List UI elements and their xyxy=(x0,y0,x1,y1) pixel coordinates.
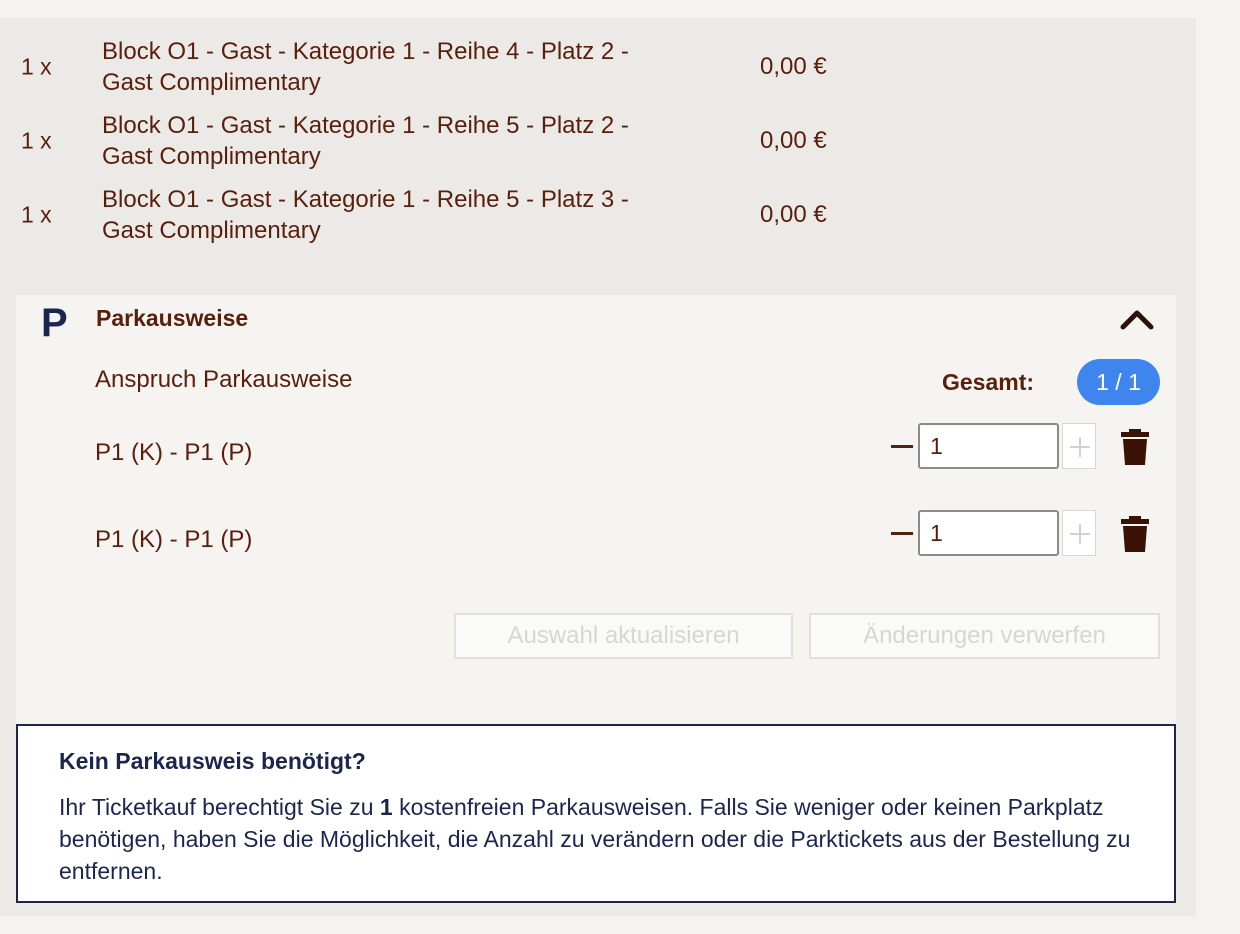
info-title: Kein Parkausweis benötigt? xyxy=(59,748,366,774)
ticket-description-line: Gast Complimentary xyxy=(102,217,321,244)
ticket-description: Block O1 - Gast - Kategorie 1 - Reihe 4 … xyxy=(102,36,702,98)
parking-item-row: P1 (K) - P1 (P) xyxy=(16,423,1176,473)
quantity-input[interactable] xyxy=(918,510,1059,556)
parking-total-badge: 1 / 1 xyxy=(1077,359,1160,405)
ticket-quantity: 1 x xyxy=(21,127,52,154)
info-text-before: Ihr Ticketkauf berechtigt Sie zu xyxy=(59,794,380,820)
ticket-description-line: Gast Complimentary xyxy=(102,69,321,96)
chevron-up-icon[interactable] xyxy=(1120,307,1154,331)
ticket-price: 0,00 € xyxy=(760,201,827,228)
ticket-description-line: Block O1 - Gast - Kategorie 1 - Reihe 4 … xyxy=(102,38,629,65)
parking-permits-section: P Parkausweise Anspruch Parkausweise Ges… xyxy=(16,295,1176,725)
decrement-button[interactable] xyxy=(889,423,915,469)
parking-item-label: P1 (K) - P1 (P) xyxy=(95,526,253,553)
update-selection-button[interactable]: Auswahl aktualisieren xyxy=(454,613,793,659)
ticket-row: 1 x Block O1 - Gast - Kategorie 1 - Reih… xyxy=(0,32,900,102)
parking-section-title: Parkausweise xyxy=(96,305,249,331)
parking-claim-label: Anspruch Parkausweise xyxy=(95,366,353,393)
parking-total-label: Gesamt: xyxy=(942,369,1035,395)
no-parking-info-box: Kein Parkausweis benötigt? Ihr Ticketkau… xyxy=(16,724,1176,903)
parking-item-row: P1 (K) - P1 (P) xyxy=(16,510,1176,560)
increment-button[interactable] xyxy=(1062,510,1096,556)
parking-item-label: P1 (K) - P1 (P) xyxy=(95,439,253,466)
info-text: Ihr Ticketkauf berechtigt Sie zu 1 koste… xyxy=(59,791,1149,887)
ticket-price: 0,00 € xyxy=(760,53,827,80)
increment-button[interactable] xyxy=(1062,423,1096,469)
parking-p-icon: P xyxy=(41,301,68,345)
ticket-row: 1 x Block O1 - Gast - Kategorie 1 - Reih… xyxy=(0,106,900,176)
ticket-description-line: Gast Complimentary xyxy=(102,143,321,170)
trash-icon[interactable] xyxy=(1120,429,1150,465)
ticket-price: 0,00 € xyxy=(760,127,827,154)
info-count: 1 xyxy=(379,794,393,820)
ticket-row: 1 x Block O1 - Gast - Kategorie 1 - Reih… xyxy=(0,180,900,250)
ticket-description: Block O1 - Gast - Kategorie 1 - Reihe 5 … xyxy=(102,184,702,246)
ticket-description-line: Block O1 - Gast - Kategorie 1 - Reihe 5 … xyxy=(102,112,629,139)
trash-icon[interactable] xyxy=(1120,516,1150,552)
quantity-input[interactable] xyxy=(918,423,1059,469)
discard-changes-button[interactable]: Änderungen verwerfen xyxy=(809,613,1160,659)
ticket-description: Block O1 - Gast - Kategorie 1 - Reihe 5 … xyxy=(102,110,702,172)
decrement-button[interactable] xyxy=(889,510,915,556)
ticket-description-line: Block O1 - Gast - Kategorie 1 - Reihe 5 … xyxy=(102,186,629,213)
ticket-quantity: 1 x xyxy=(21,53,52,80)
ticket-quantity: 1 x xyxy=(21,201,52,228)
